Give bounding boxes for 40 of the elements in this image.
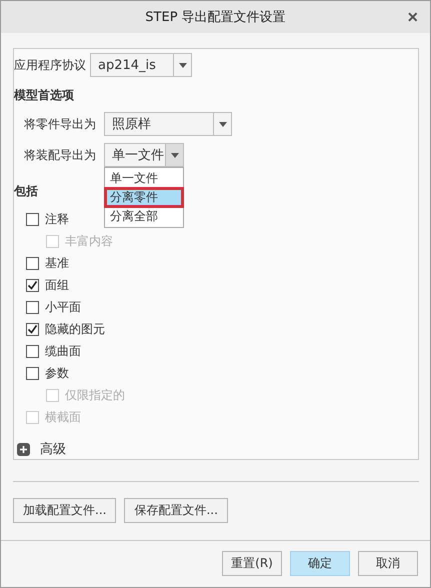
checkbox-label: 小平面: [45, 298, 81, 316]
checkbox-label: 注释: [45, 210, 69, 228]
dropdown-option[interactable]: 单一文件: [105, 169, 183, 188]
dropdown-option[interactable]: 分离零件: [105, 188, 183, 207]
checkbox[interactable]: [26, 366, 39, 380]
checkbox-label: 仅限指定的: [65, 386, 125, 404]
close-button[interactable]: ×: [405, 7, 420, 27]
profile-button[interactable]: 保存配置文件...: [124, 498, 228, 523]
checkbox-label: 丰富内容: [65, 232, 113, 250]
dropdown-option[interactable]: 分离全部: [105, 207, 183, 226]
expand-icon[interactable]: [17, 442, 30, 456]
checkbox-label: 缆曲面: [45, 342, 81, 360]
caret-icon: [218, 122, 226, 126]
checkbox[interactable]: [26, 256, 39, 270]
section-heading: 包括: [14, 183, 38, 200]
dialog-button[interactable]: 确定: [290, 551, 350, 576]
protocol-dropdown[interactable]: ap214_is: [90, 53, 192, 77]
dialog-button[interactable]: 取消: [358, 551, 418, 576]
checkbox[interactable]: [26, 344, 39, 358]
caret-icon: [178, 62, 186, 68]
checkbox[interactable]: [26, 300, 39, 314]
part-export-label: 将零件导出为: [24, 116, 96, 132]
checkbox[interactable]: [26, 322, 39, 336]
caret-icon: [170, 152, 178, 158]
checkbox-label: 参数: [45, 364, 69, 382]
profile-button[interactable]: 加载配置文件...: [13, 498, 116, 523]
part-export-dropdown[interactable]: 照原样: [104, 112, 232, 136]
assembly-export-label: 将装配导出为: [24, 146, 96, 164]
advanced-label: 高级: [40, 441, 66, 458]
checkbox-label: 横截面: [45, 408, 81, 426]
assembly-export-dropdown[interactable]: 单一文件: [104, 143, 184, 167]
checkbox[interactable]: [26, 278, 39, 292]
checkbox-label: 面组: [45, 276, 69, 294]
protocol-label: 应用程序协议: [14, 56, 86, 74]
checkbox-label: 基准: [45, 254, 69, 272]
section-heading: 模型首选项: [14, 87, 74, 104]
window-title: STEP 导出配置文件设置: [145, 9, 286, 26]
checkbox-label: 隐藏的图元: [45, 320, 105, 338]
dialog-button[interactable]: 重置(R): [222, 551, 282, 576]
checkbox[interactable]: [26, 212, 39, 226]
